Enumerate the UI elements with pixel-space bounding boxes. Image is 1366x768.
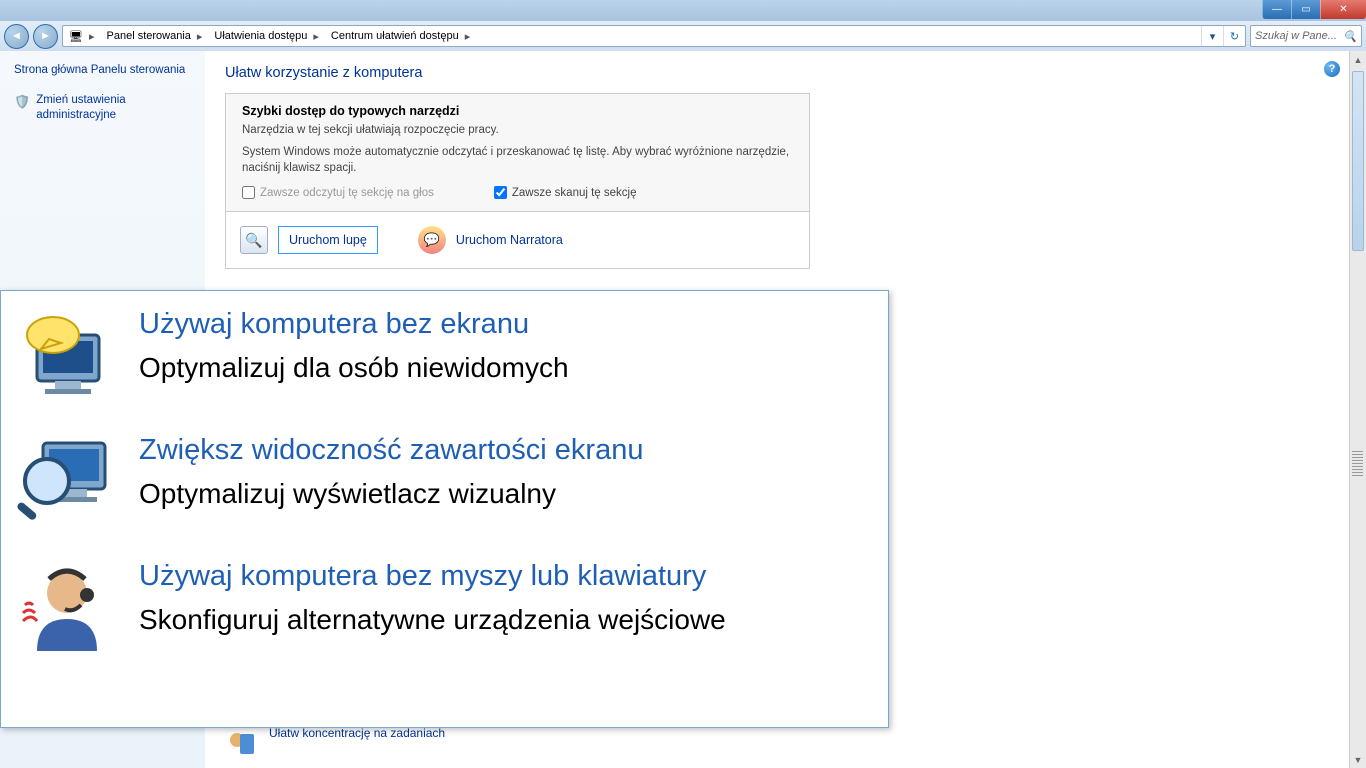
close-button[interactable]: ✕: [1320, 0, 1366, 19]
box-note: System Windows może automatycznie odczyt…: [242, 144, 793, 176]
overlay-desc-2: Optymalizuj wyświetlacz wizualny: [139, 477, 643, 511]
scroll-thumb[interactable]: [1352, 71, 1364, 251]
sidebar-link-home[interactable]: Strona główna Panelu sterowania: [14, 63, 191, 79]
page-title: Ułatw korzystanie z komputera: [225, 65, 1346, 81]
quick-tools-box: Szybki dostęp do typowych narzędzi Narzę…: [225, 93, 810, 212]
quick-tools-white: 🔍 Uruchom lupę 💬 Uruchom Narratora: [225, 212, 810, 269]
narrator-icon: 💬: [418, 226, 446, 254]
scroll-up[interactable]: ▲: [1350, 51, 1366, 68]
search-input[interactable]: Szukaj w Pane... 🔍: [1250, 25, 1362, 47]
magnifier-icon: 🔍: [240, 226, 268, 254]
help-icon[interactable]: ?: [1324, 61, 1340, 77]
tool-narrator[interactable]: 💬 Uruchom Narratora: [418, 226, 563, 254]
overlay-row-1[interactable]: Używaj komputera bez ekranu Optymalizuj …: [15, 309, 868, 399]
box-desc: Narzędzia w tej sekcji ułatwiają rozpocz…: [242, 124, 793, 136]
back-button[interactable]: ◄: [4, 24, 29, 49]
overlay-desc-3: Skonfiguruj alternatywne urządzenia wejś…: [139, 603, 726, 637]
focus-icon: [225, 726, 257, 758]
checkbox-read-aloud-input[interactable]: [242, 186, 255, 199]
sidebar-link-admin[interactable]: 🛡️ Zmień ustawienia administracyjne: [14, 93, 191, 124]
box-title: Szybki dostęp do typowych narzędzi: [242, 104, 793, 118]
overlay-zoom-popup: Używaj komputera bez ekranu Optymalizuj …: [0, 290, 889, 728]
link-focus-tasks[interactable]: Ułatw koncentrację na zadaniach: [225, 726, 445, 758]
checkbox-scan-section[interactable]: Zawsze skanuj tę sekcję: [494, 186, 637, 199]
forward-button[interactable]: ►: [33, 24, 58, 49]
breadcrumb-3[interactable]: Centrum ułatwień dostępu ▸: [325, 30, 476, 43]
shield-icon: 🛡️: [14, 93, 30, 124]
overlay-row-3[interactable]: Używaj komputera bez myszy lub klawiatur…: [15, 561, 868, 651]
scroll-down[interactable]: ▼: [1350, 751, 1366, 768]
overlay-title-1[interactable]: Używaj komputera bez ekranu: [139, 309, 569, 341]
vertical-scrollbar[interactable]: ▲ ▼: [1349, 51, 1366, 768]
titlebar: — ▭ ✕: [0, 0, 1366, 21]
overlay-desc-1: Optymalizuj dla osób niewidomych: [139, 351, 569, 385]
overlay-row-2[interactable]: Zwiększ widoczność zawartości ekranu Opt…: [15, 435, 868, 525]
refresh-button[interactable]: ↻: [1223, 26, 1245, 46]
address-bar[interactable]: 🖥 ▸ Panel sterowania ▸ Ułatwienia dostęp…: [62, 25, 1246, 47]
maximize-button[interactable]: ▭: [1291, 0, 1320, 19]
overlay-title-2[interactable]: Zwiększ widoczność zawartości ekranu: [139, 435, 643, 467]
minimize-button[interactable]: —: [1262, 0, 1291, 19]
speech-monitor-icon: [15, 309, 115, 399]
overlay-title-3[interactable]: Używaj komputera bez myszy lub klawiatur…: [139, 561, 726, 593]
address-dropdown[interactable]: ▾: [1201, 26, 1223, 46]
search-icon: 🔍: [1343, 30, 1357, 43]
checkbox-read-aloud[interactable]: Zawsze odczytuj tę sekcję na głos: [242, 186, 434, 199]
breadcrumb-root-icon[interactable]: 🖥 ▸: [63, 30, 101, 43]
headset-person-icon: [15, 561, 115, 651]
breadcrumb-1[interactable]: Panel sterowania ▸: [101, 30, 209, 43]
checkbox-scan-section-input[interactable]: [494, 186, 507, 199]
scroll-middle-mark: [1352, 451, 1363, 477]
breadcrumb-2[interactable]: Ułatwienia dostępu ▸: [208, 30, 324, 43]
tool-magnifier[interactable]: 🔍 Uruchom lupę: [240, 226, 378, 254]
magnify-monitor-icon: [15, 435, 115, 525]
address-row: ◄ ► 🖥 ▸ Panel sterowania ▸ Ułatwienia do…: [0, 21, 1366, 51]
